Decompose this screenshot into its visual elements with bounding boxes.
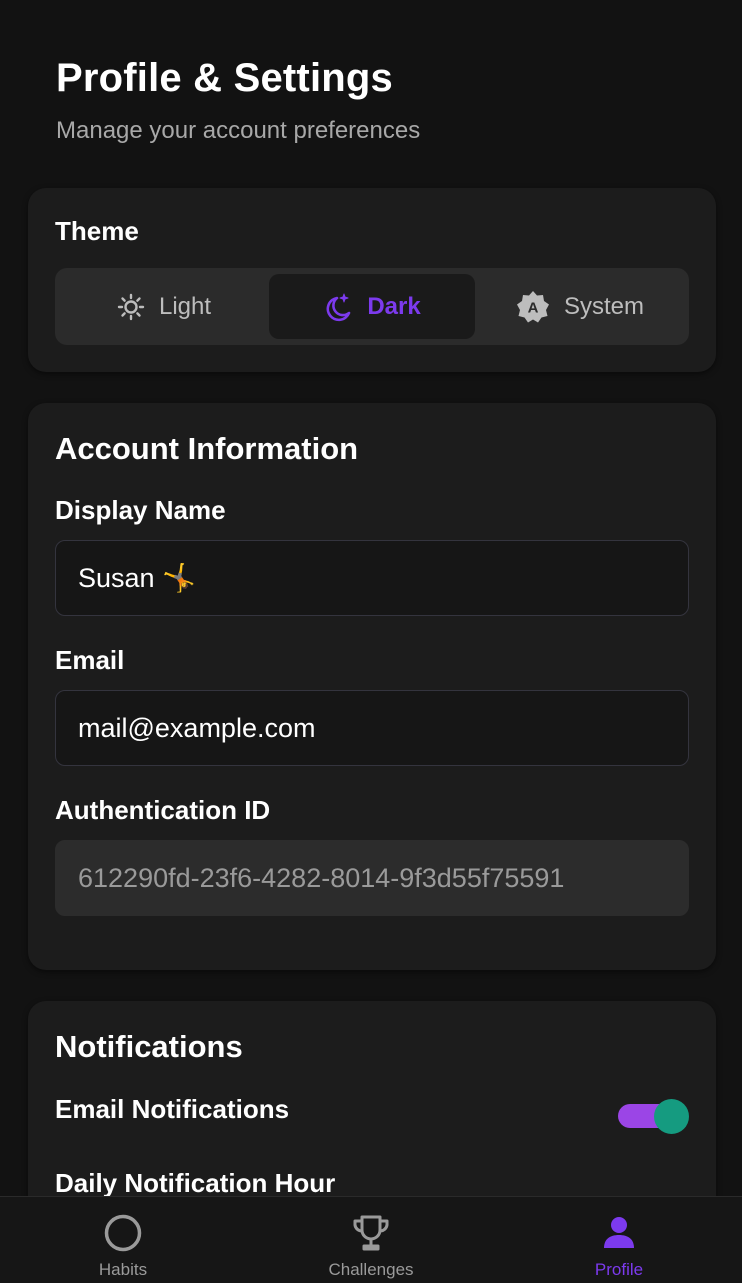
theme-label: Theme: [55, 216, 139, 246]
account-card: Account Information Display Name Susan 🤸…: [28, 403, 716, 970]
page-title: Profile & Settings: [56, 56, 393, 100]
nav-label: Challenges: [328, 1260, 414, 1279]
theme-option-light[interactable]: Light: [61, 274, 267, 339]
email-label: Email: [55, 645, 125, 675]
email-notifications-toggle[interactable]: [618, 1099, 690, 1134]
theme-option-system[interactable]: A System: [477, 274, 683, 339]
svg-text:A: A: [528, 299, 539, 316]
nav-item-profile[interactable]: Profile: [539, 1197, 699, 1283]
auto-theme-icon: A: [516, 290, 550, 324]
display-name-label: Display Name: [55, 495, 226, 525]
email-notifications-label: Email Notifications: [55, 1094, 290, 1124]
moon-stars-icon: [323, 291, 353, 323]
email-input[interactable]: mail@example.com: [55, 690, 689, 766]
notifications-section-title: Notifications: [55, 1029, 243, 1064]
theme-option-dark[interactable]: Dark: [269, 274, 475, 339]
page-header: Profile & Settings Manage your account p…: [56, 56, 420, 145]
auth-id-label: Authentication ID: [55, 795, 271, 825]
theme-option-label: Dark: [367, 292, 421, 320]
theme-option-label: System: [563, 292, 644, 320]
profile-settings-page: Profile & Settings Manage your account p…: [0, 0, 742, 1283]
theme-card: Theme Light Dark A System: [28, 188, 716, 372]
nav-item-challenges[interactable]: Challenges: [291, 1197, 451, 1283]
account-section-title: Account Information: [55, 431, 359, 466]
page-subtitle: Manage your account preferences: [56, 117, 421, 144]
daily-notification-hour-label: Daily Notification Hour: [55, 1168, 336, 1198]
nav-label: Habits: [98, 1260, 148, 1279]
auth-id-field: 612290fd-23f6-4282-8014-9f3d55f75591: [55, 840, 689, 916]
sun-icon: [117, 293, 145, 321]
bottom-nav: Habits Challenges Profile: [0, 1196, 742, 1283]
trophy-icon: [351, 1213, 391, 1253]
toggle-knob: [654, 1099, 689, 1134]
theme-selector: Light Dark A System: [55, 268, 689, 345]
person-icon: [599, 1213, 639, 1253]
nav-label: Profile: [594, 1260, 644, 1279]
display-name-input[interactable]: Susan 🤸: [55, 540, 689, 616]
theme-option-label: Light: [158, 292, 212, 320]
circle-icon: [103, 1213, 143, 1253]
nav-item-habits[interactable]: Habits: [43, 1197, 203, 1283]
